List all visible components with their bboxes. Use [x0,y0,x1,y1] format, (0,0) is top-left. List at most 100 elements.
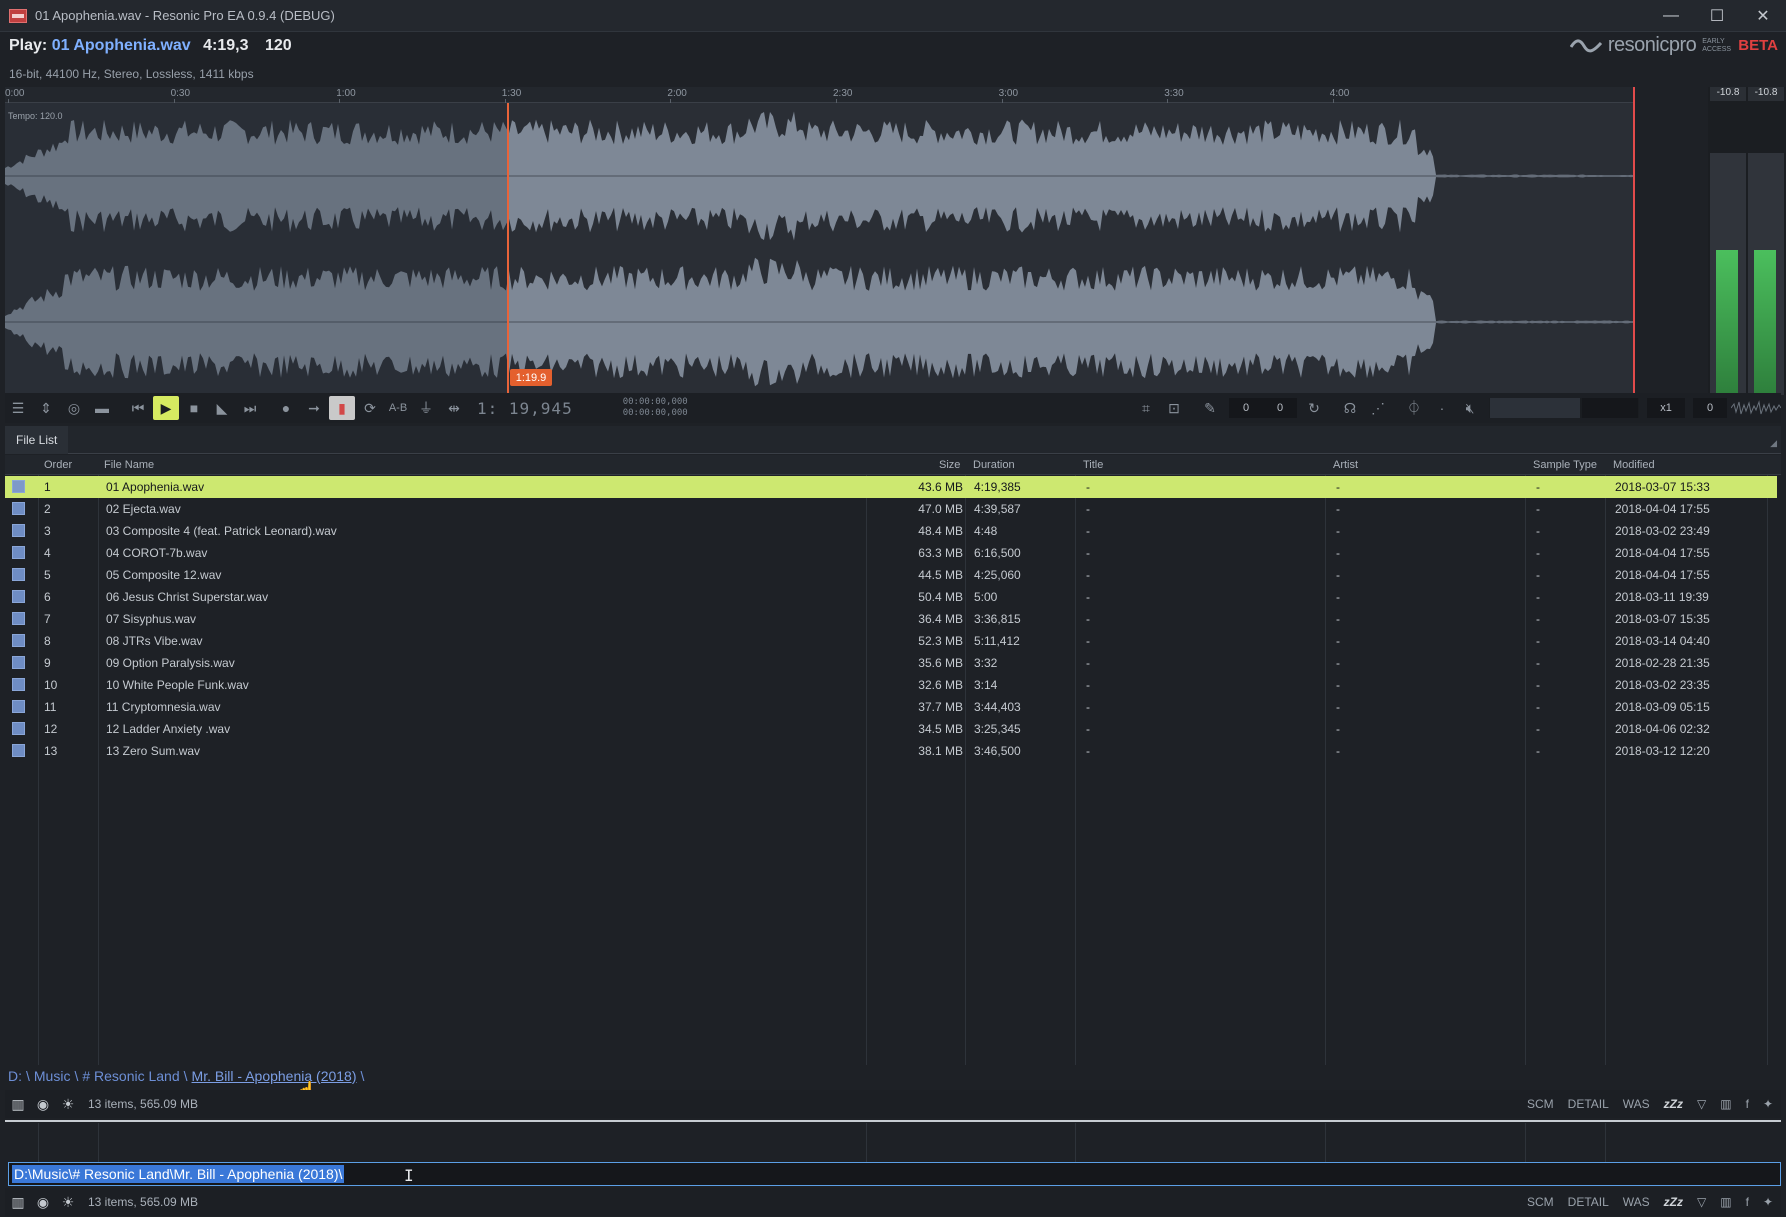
volume-stepper-icon[interactable]: ⇕ [33,396,59,420]
detail-button[interactable]: DETAIL [1568,1195,1609,1209]
table-row[interactable]: 6 06 Jesus Christ Superstar.wav 50.4 MB 5:0… [5,586,1777,608]
breadcrumb-album[interactable]: Mr. Bill - Apophenia (2018) [192,1068,357,1084]
row-checkbox[interactable] [12,546,25,559]
spectrum-icon[interactable]: ⋰ [1365,396,1391,420]
pane-divider[interactable] [5,1120,1781,1122]
refresh-icon[interactable]: ↻ [1301,396,1327,420]
close-button[interactable]: ✕ [1740,0,1786,32]
edit-icon[interactable]: ✎ [1197,396,1223,420]
mute-icon[interactable]: 🔇︎ [1457,396,1483,420]
panels-icon[interactable]: ▥ [1720,1195,1731,1209]
ab-loop-button[interactable]: A-B [385,396,411,420]
sun-icon[interactable]: ☀ [56,1092,80,1116]
waveform-display[interactable] [5,103,1635,395]
col-order[interactable]: Order [44,459,72,471]
row-checkbox[interactable] [12,678,25,691]
scm-button[interactable]: SCM [1527,1195,1554,1209]
detail-button[interactable]: DETAIL [1568,1097,1609,1111]
row-checkbox[interactable] [12,590,25,603]
columns-icon[interactable]: ▥ [6,1190,30,1214]
sleep-button[interactable]: zZz [1664,1097,1683,1111]
sleep-button[interactable]: zZz [1664,1195,1683,1209]
twitter-icon[interactable]: ✦ [1763,1097,1773,1111]
breadcrumb-drive[interactable]: D: [8,1068,22,1084]
disc-icon[interactable]: ◉ [31,1092,55,1116]
table-row[interactable]: 2 02 Ejecta.wav 47.0 MB 4:39,587 - - - 2018-04-… [5,498,1777,520]
pitch-field[interactable]: 0 [1693,398,1727,418]
filter-icon[interactable]: ▽ [1697,1097,1706,1111]
target-icon[interactable]: ◎ [61,396,87,420]
path-input[interactable]: D:\Music\# Resonic Land\Mr. Bill - Apoph… [8,1162,1781,1186]
was-button[interactable]: WAS [1623,1097,1650,1111]
row-checkbox[interactable] [12,612,25,625]
snap-icon[interactable]: ⇹ [441,396,467,420]
sun-icon[interactable]: ☀ [56,1190,80,1214]
volume-slider[interactable] [1489,398,1639,418]
table-row[interactable]: 11 11 Cryptomnesia.wav 37.7 MB 3:44,403 - - - 2… [5,696,1777,718]
row-checkbox[interactable] [12,568,25,581]
previous-track-icon[interactable]: ⏮ [125,396,151,420]
col-title[interactable]: Title [1083,459,1103,471]
row-checkbox[interactable] [12,634,25,647]
tab-file-list[interactable]: File List [5,426,69,454]
record-icon[interactable]: ● [273,396,299,420]
panels-icon[interactable]: ▥ [1720,1097,1731,1111]
stop-button[interactable]: ■ [181,396,207,420]
trim-icon[interactable]: ⊡ [1161,396,1187,420]
breadcrumb-music[interactable]: Music [34,1068,71,1084]
facebook-icon[interactable]: f [1746,1195,1749,1209]
col-file-name[interactable]: File Name [104,459,154,471]
filter-icon[interactable]: ▽ [1697,1195,1706,1209]
folder-icon[interactable]: ▬ [89,396,115,420]
trim-fields[interactable]: 0 0 [1229,398,1297,418]
columns-icon[interactable]: ▥ [6,1092,30,1116]
repeat-icon[interactable]: ⟳ [357,396,383,420]
next-track-icon[interactable]: ⏭ [237,396,263,420]
row-checkbox[interactable] [12,744,25,757]
col-size[interactable]: Size [939,459,960,471]
playhead-marker[interactable] [507,103,509,395]
dot-icon[interactable]: · [1429,396,1455,420]
facebook-icon[interactable]: f [1746,1097,1749,1111]
row-checkbox[interactable] [12,722,25,735]
row-checkbox[interactable] [12,656,25,669]
breadcrumb-resonic-land[interactable]: # Resonic Land [82,1068,179,1084]
row-checkbox[interactable] [12,480,25,493]
maximize-button[interactable]: ☐ [1694,0,1740,32]
was-button[interactable]: WAS [1623,1195,1650,1209]
table-row[interactable]: 7 07 Sisyphus.wav 36.4 MB 3:36,815 - - - 2018-0… [5,608,1777,630]
table-row[interactable]: 4 04 COROT-7b.wav 63.3 MB 6:16,500 - - - 2018-0… [5,542,1777,564]
col-sample-type[interactable]: Sample Type [1533,459,1597,471]
corner-resize-icon[interactable]: ◢ [1770,438,1777,449]
table-row[interactable]: 8 08 JTRs Vibe.wav 52.3 MB 5:11,412 - - - 2018-… [5,630,1777,652]
table-row[interactable]: 3 03 Composite 4 (feat. Patrick Leonard).… [5,520,1777,542]
end-marker[interactable] [1633,87,1635,395]
headphones-icon[interactable]: ☊ [1337,396,1363,420]
table-row[interactable]: 12 12 Ladder Anxiety .wav 34.5 MB 3:25,345 -… [5,718,1777,740]
minimize-button[interactable]: — [1648,0,1694,32]
col-duration[interactable]: Duration [973,459,1015,471]
row-checkbox[interactable] [12,502,25,515]
disc-icon[interactable]: ◉ [31,1190,55,1214]
timeline-ruler[interactable]: 0:00 0:30 1:00 1:30 2:00 2:30 3:00 3:30 4:00 [5,87,1635,104]
row-checkbox[interactable] [12,524,25,537]
table-row[interactable]: 13 13 Zero Sum.wav 38.1 MB 3:46,500 - - - 2018-… [5,740,1777,762]
record-toggle-button[interactable]: ▮ [329,396,355,420]
table-row[interactable]: 9 09 Option Paralysis.wav 35.6 MB 3:32 - - - 20… [5,652,1777,674]
marker-icon[interactable]: ⏚ [413,396,439,420]
col-modified[interactable]: Modified [1613,459,1655,471]
table-row[interactable]: 10 10 White People Funk.wav 32.6 MB 3:14 - - -… [5,674,1777,696]
twitter-icon[interactable]: ✦ [1763,1195,1773,1209]
table-row[interactable]: 1 01 Apophenia.wav 43.6 MB 4:19,385 - - - 2018-… [5,476,1777,498]
row-checkbox[interactable] [12,700,25,713]
mic-icon[interactable]: ⏀ [1401,396,1427,420]
table-row[interactable]: 5 05 Composite 12.wav 44.5 MB 4:25,060 - - - 20… [5,564,1777,586]
scm-button[interactable]: SCM [1527,1097,1554,1111]
loop-end-icon[interactable]: ◣ [209,396,235,420]
play-button[interactable]: ▶ [153,396,179,420]
autoplay-arrow-icon[interactable]: ➞ [301,396,327,420]
crop-icon[interactable]: ⌗ [1133,396,1159,420]
waveform-view[interactable]: 0:00 0:30 1:00 1:30 2:00 2:30 3:00 3:30 4:00 Tem… [5,87,1635,395]
col-artist[interactable]: Artist [1333,459,1358,471]
speed-field[interactable]: x1 [1647,398,1685,418]
